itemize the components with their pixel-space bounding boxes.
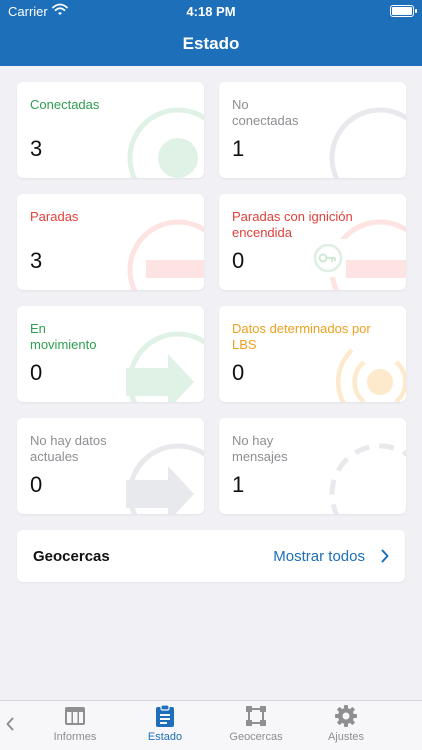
geofence-icon	[246, 706, 266, 726]
geofences-title: Geocercas	[33, 548, 110, 565]
tab-label: Estado	[147, 731, 183, 743]
navigation-bar: Carrier 4:18 PM Estado	[0, 0, 422, 66]
card-no-current-data[interactable]: No hay datos actuales 0	[17, 418, 204, 514]
card-count: 0	[30, 472, 43, 497]
clipboard-icon	[156, 704, 174, 727]
tab-estado[interactable]: Estado	[120, 704, 210, 743]
tab-label: Geocercas	[229, 731, 283, 743]
status-bar: Carrier 4:18 PM	[0, 0, 422, 24]
tab-informes[interactable]: Informes	[30, 704, 120, 743]
tab-ajustes[interactable]: Ajustes	[301, 704, 391, 743]
card-count: 0	[232, 248, 245, 273]
card-lbs[interactable]: Datos determinados por LBS 0	[219, 306, 406, 402]
chevron-left-icon[interactable]	[6, 717, 14, 731]
card-stopped[interactable]: Paradas 3	[17, 194, 204, 290]
disconnected-icon	[329, 107, 406, 178]
battery-icon	[390, 5, 417, 17]
card-not-connected[interactable]: No conectadas 1	[219, 82, 406, 178]
chevron-right-icon[interactable]	[381, 549, 389, 563]
moving-arrow-icon	[126, 331, 204, 402]
card-connected[interactable]: Conectadas 3	[17, 82, 204, 178]
tab-bar: Informes Estado Geocercas Ajustes	[0, 700, 422, 750]
tab-label: Ajustes	[327, 731, 365, 743]
tab-label: Informes	[53, 731, 97, 743]
table-icon	[65, 707, 85, 725]
card-stopped-ignition-on[interactable]: Paradas con ignición encendida 0	[219, 194, 406, 290]
card-count: 3	[30, 136, 43, 161]
card-label: Conectadas	[30, 97, 100, 112]
show-all-link[interactable]: Mostrar todos	[273, 548, 365, 565]
tab-geocercas[interactable]: Geocercas	[211, 704, 301, 743]
card-label: Paradas	[30, 209, 79, 224]
gear-icon	[335, 705, 357, 727]
card-count: 0	[30, 360, 43, 385]
card-label: No hay mensajes	[232, 433, 288, 464]
geofences-row[interactable]: Geocercas Mostrar todos	[17, 530, 405, 582]
card-count: 3	[30, 248, 43, 273]
page-title: Estado	[182, 34, 240, 53]
card-count: 0	[232, 360, 245, 385]
card-label: No conectadas	[232, 97, 299, 128]
card-moving[interactable]: En movimiento 0	[17, 306, 204, 402]
card-no-messages[interactable]: No hay mensajes 1	[219, 418, 406, 514]
card-count: 1	[232, 472, 245, 497]
card-label: En movimiento	[30, 321, 97, 352]
card-count: 1	[232, 136, 245, 161]
card-label: Paradas con ignición encendida	[232, 209, 353, 240]
clock: 4:18 PM	[186, 4, 236, 19]
card-label: No hay datos actuales	[30, 433, 107, 464]
no-messages-icon	[329, 443, 406, 514]
card-label: Datos determinados por LBS	[232, 321, 371, 352]
